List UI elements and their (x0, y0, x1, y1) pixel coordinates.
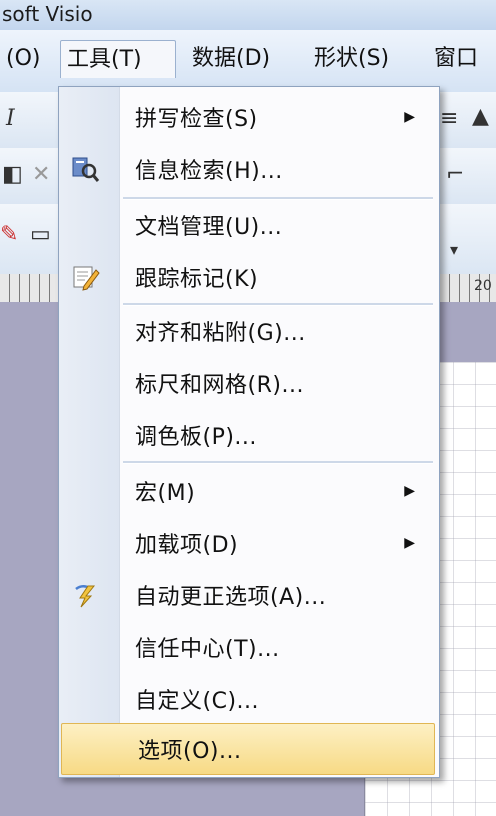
menu-item-label: 跟踪标记(K) (135, 267, 259, 292)
italic-button[interactable]: I (6, 106, 15, 131)
autocorrect-lightning-icon (69, 579, 101, 611)
menu-shape[interactable]: 形状(S) (308, 40, 395, 78)
menu-item-label: 信息检索(H)... (135, 159, 283, 184)
menu-item-label: 对齐和粘附(G)... (135, 321, 306, 346)
window-title: soft Visio (2, 2, 93, 26)
font-color-icon[interactable]: ▲ (472, 104, 489, 129)
menu-item-research[interactable]: 信息检索(H)... (59, 143, 437, 195)
menu-item-label: 宏(M) (135, 481, 196, 506)
menu-window[interactable]: 窗口 (428, 40, 484, 78)
ruler-mark-label: 20 (474, 278, 492, 294)
research-icon (69, 153, 101, 185)
track-markup-icon (69, 261, 101, 293)
menu-item-options[interactable]: 选项(O)... (61, 723, 435, 775)
pointer-tool-icon[interactable]: ◧ (2, 162, 23, 187)
menu-item-document-management[interactable]: 文档管理(U)... (59, 199, 437, 251)
toolbar-options-icon[interactable]: ▾ (450, 240, 458, 259)
menu-data[interactable]: 数据(D) (186, 40, 276, 78)
menu-bar: (O) 工具(T) 数据(D) 形状(S) 窗口 (0, 30, 496, 93)
rectangle-tool-icon[interactable]: ▭ (30, 222, 51, 247)
menu-item-label: 文档管理(U)... (135, 215, 283, 240)
menu-item-label: 调色板(P)... (135, 425, 257, 450)
title-bar: soft Visio (0, 0, 496, 30)
menu-item-label: 标尺和网格(R)... (135, 373, 304, 398)
menu-item-autocorrect-options[interactable]: 自动更正选项(A)... (59, 569, 437, 621)
menu-item-ruler-and-grid[interactable]: 标尺和网格(R)... (59, 357, 437, 409)
close-icon[interactable]: ✕ (32, 162, 50, 187)
menu-item-add-ins[interactable]: 加载项(D) ▶ (59, 517, 437, 569)
menu-item-label: 拼写检查(S) (135, 107, 258, 132)
tools-menu-dropdown: 拼写检查(S) ▶ 信息检索(H)... 文档管理(U)... 跟踪标记(K) … (58, 86, 440, 778)
pencil-icon[interactable]: ✎ (0, 222, 18, 247)
menu-item-label: 选项(O)... (138, 739, 242, 764)
menu-item-spell-check[interactable]: 拼写检查(S) ▶ (59, 91, 437, 143)
menu-item-label: 信任中心(T)... (135, 637, 280, 662)
menu-separator (123, 461, 433, 464)
submenu-arrow-icon: ▶ (404, 535, 415, 551)
connector-tool-icon[interactable]: ⌐ (446, 162, 464, 187)
menu-item-macro[interactable]: 宏(M) ▶ (59, 465, 437, 517)
menu-item-label: 自动更正选项(A)... (135, 585, 327, 610)
menu-item-color-palette[interactable]: 调色板(P)... (59, 409, 437, 461)
menu-item-label: 自定义(C)... (135, 689, 260, 714)
align-icon[interactable]: ≡ (440, 106, 458, 131)
submenu-arrow-icon: ▶ (404, 109, 415, 125)
menu-item-label: 加载项(D) (135, 533, 239, 558)
submenu-arrow-icon: ▶ (404, 483, 415, 499)
menu-item-snap-and-glue[interactable]: 对齐和粘附(G)... (59, 305, 437, 357)
menu-item-trust-center[interactable]: 信任中心(T)... (59, 621, 437, 673)
menu-tools[interactable]: 工具(T) (60, 40, 176, 78)
menu-item-track-markup[interactable]: 跟踪标记(K) (59, 251, 437, 303)
menu-format-partial[interactable]: (O) (0, 40, 46, 78)
menu-item-customize[interactable]: 自定义(C)... (59, 673, 437, 725)
